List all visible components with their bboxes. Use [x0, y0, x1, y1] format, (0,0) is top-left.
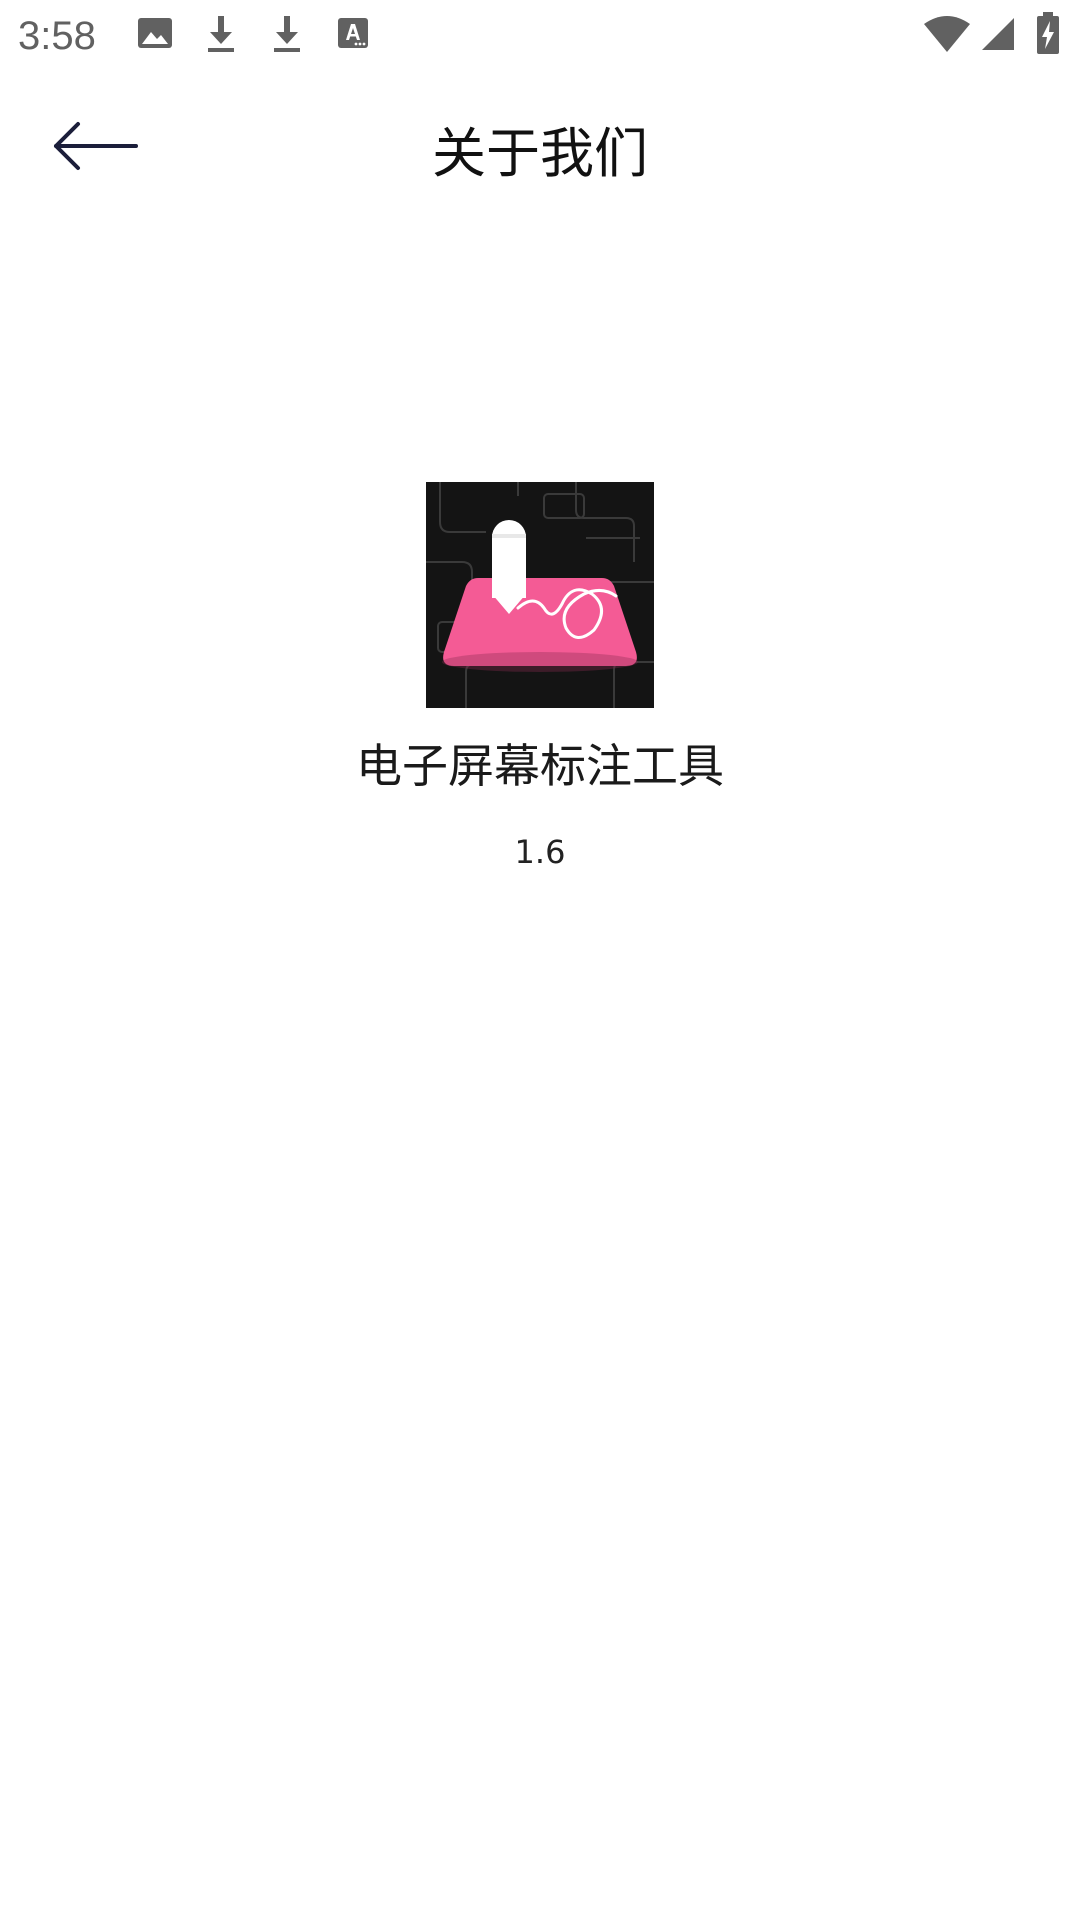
battery-charging-icon	[1036, 12, 1060, 60]
app-bar: 关于我们	[0, 72, 1080, 240]
page-title: 关于我们	[432, 122, 648, 185]
app-name: 电子屏幕标注工具	[356, 739, 724, 793]
image-icon	[136, 14, 174, 56]
download-icon	[268, 14, 306, 58]
font-a-icon	[336, 14, 370, 56]
about-screen: 3:58 关于我们 电子屏幕标注工具 1.6	[0, 0, 1080, 1920]
download-icon	[202, 14, 240, 58]
status-time: 3:58	[18, 14, 96, 58]
app-version: 1.6	[514, 833, 566, 871]
wifi-icon	[922, 14, 972, 58]
status-bar: 3:58	[0, 0, 1080, 72]
cell-signal-icon	[980, 16, 1016, 56]
app-logo	[426, 482, 654, 708]
